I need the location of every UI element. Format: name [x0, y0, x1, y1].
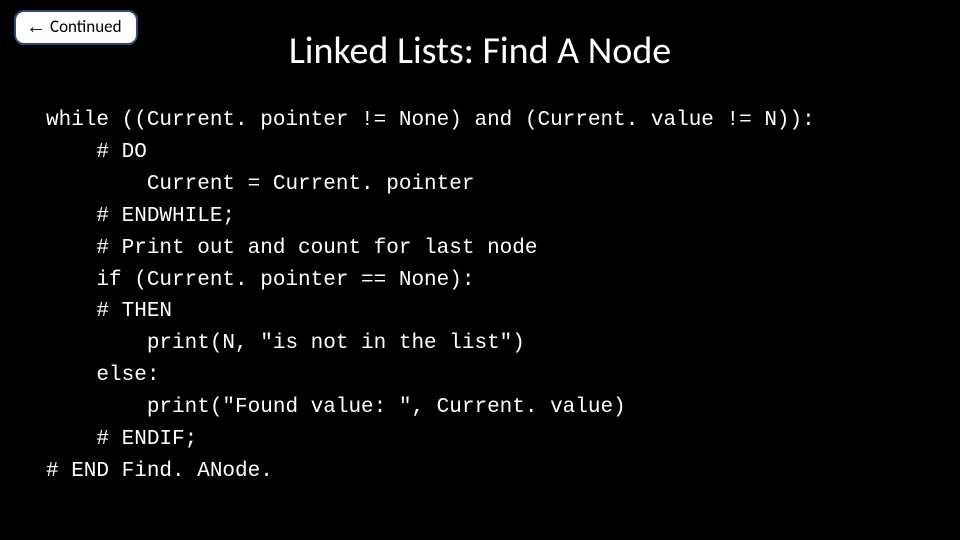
code-line: print(N, "is not in the list")	[46, 332, 525, 355]
code-line: # ENDWHILE;	[46, 205, 235, 228]
code-line: # ENDIF;	[46, 428, 197, 451]
page-title: Linked Lists: Find A Node	[0, 28, 960, 74]
code-line: # DO	[46, 141, 147, 164]
code-line: while ((Current. pointer != None) and (C…	[46, 109, 815, 132]
code-block: while ((Current. pointer != None) and (C…	[46, 105, 815, 488]
code-line: print("Found value: ", Current. value)	[46, 396, 626, 419]
code-line: # Print out and count for last node	[46, 237, 537, 260]
code-line: if (Current. pointer == None):	[46, 269, 474, 292]
code-line: Current = Current. pointer	[46, 173, 474, 196]
code-line: else:	[46, 364, 159, 387]
code-line: # END Find. ANode.	[46, 460, 273, 483]
code-line: # THEN	[46, 300, 172, 323]
